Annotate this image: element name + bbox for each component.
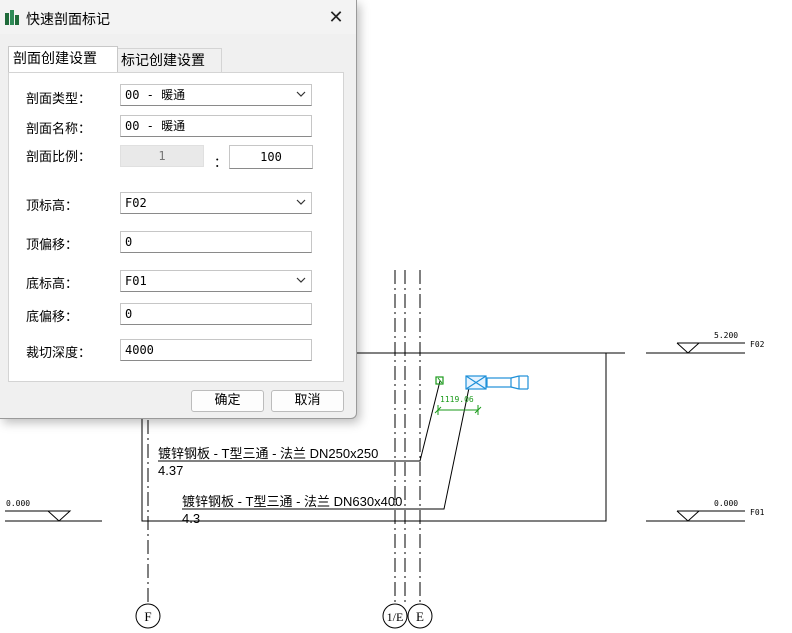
chevron-down-icon xyxy=(296,199,306,205)
cancel-button[interactable]: 取消 xyxy=(271,390,344,412)
section-name-label: 剖面名称： xyxy=(26,122,92,137)
tab-mark-settings[interactable]: 标记创建设置 xyxy=(116,48,222,72)
crop-depth-input[interactable]: 4000 xyxy=(120,339,312,361)
level-value-top: 5.200 xyxy=(714,331,738,340)
crop-depth-label: 裁切深度： xyxy=(26,346,92,361)
dimension xyxy=(434,405,482,415)
bottom-offset-label: 底偏移： xyxy=(26,310,79,325)
duct-tag-2-value: 4.3 xyxy=(182,511,200,526)
level-value-left: 0.000 xyxy=(6,499,30,508)
chevron-down-icon xyxy=(296,91,306,97)
tab-section-settings[interactable]: 剖面创建设置 xyxy=(8,46,118,72)
scale-denominator-input[interactable]: 100 xyxy=(229,145,313,169)
grid-bubble-f[interactable]: F xyxy=(135,603,161,629)
level-marker-left: 0.000 xyxy=(5,499,72,522)
svg-text:1/E: 1/E xyxy=(387,610,404,624)
duct-tag-2-text[interactable]: 镀锌钢板 - T型三通 - 法兰 DN630x400 xyxy=(182,494,402,509)
top-level-select[interactable]: F02 xyxy=(120,192,312,214)
duct-tag-1-value: 4.37 xyxy=(158,463,183,478)
level-value-right: 0.000 xyxy=(714,499,738,508)
section-name-input[interactable]: 00 - 暖通 xyxy=(120,115,312,137)
svg-text:F: F xyxy=(144,609,151,624)
dimension-value: 1119.06 xyxy=(440,395,474,404)
grid-bubble-1e[interactable]: 1/E xyxy=(382,603,408,629)
svg-text:E: E xyxy=(416,609,424,624)
close-icon: ✕ xyxy=(328,6,344,28)
title-bar[interactable]: 快速剖面标记 ✕ xyxy=(0,0,356,34)
level-marker-f02: 5.200 F02 xyxy=(676,331,765,354)
section-symbol-icon[interactable] xyxy=(465,375,529,390)
dialog-title: 快速剖面标记 xyxy=(26,12,110,28)
section-type-select[interactable]: 00 - 暖通 xyxy=(120,84,312,106)
section-type-label: 剖面类型： xyxy=(26,92,92,107)
top-level-label: 顶标高： xyxy=(26,199,79,214)
grid-bubble-e[interactable]: E xyxy=(407,603,433,629)
level-name-bottom: F01 xyxy=(750,508,765,517)
top-offset-label: 顶偏移： xyxy=(26,238,79,253)
close-button[interactable]: ✕ xyxy=(318,2,354,32)
bottom-level-label: 底标高： xyxy=(26,277,79,292)
chevron-down-icon xyxy=(296,277,306,283)
bottom-level-select[interactable]: F01 xyxy=(120,270,312,292)
level-name-top: F02 xyxy=(750,340,765,349)
scale-separator: ： xyxy=(214,156,228,171)
ok-button[interactable]: 确定 xyxy=(191,390,264,412)
duct-tag-1-text[interactable]: 镀锌钢板 - T型三通 - 法兰 DN250x250 xyxy=(158,446,378,461)
top-offset-input[interactable]: 0 xyxy=(120,231,312,253)
quick-section-dialog[interactable]: 快速剖面标记 ✕ 剖面创建设置 标记创建设置 剖面类型： 00 - 暖通 剖面名… xyxy=(0,0,357,419)
bottom-offset-input[interactable]: 0 xyxy=(120,303,312,325)
app-icon xyxy=(5,10,19,25)
section-scale-label: 剖面比例： xyxy=(26,150,92,165)
scale-numerator-input: 1 xyxy=(120,145,204,167)
level-marker-f01: 0.000 F01 xyxy=(676,499,765,522)
